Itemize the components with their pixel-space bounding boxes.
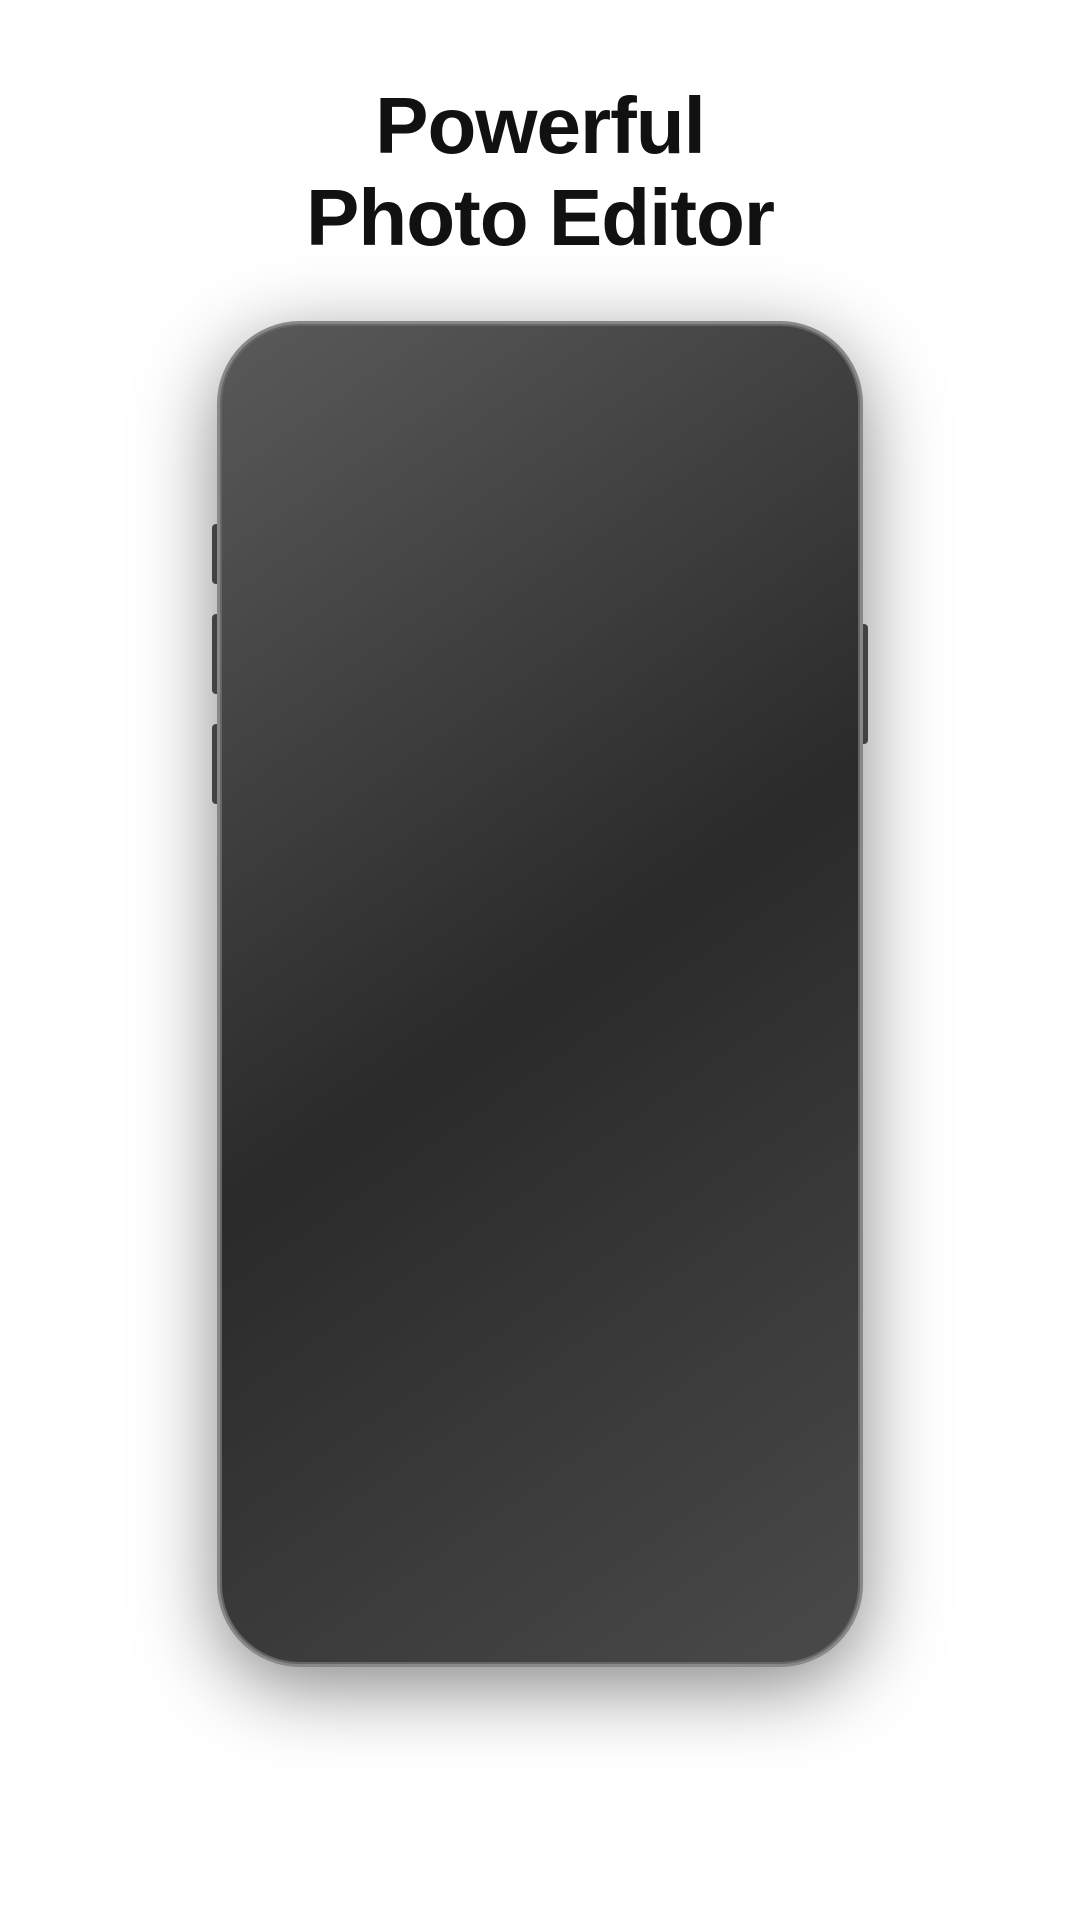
slider-ticks (264, 1568, 816, 1588)
tick (568, 1573, 569, 1583)
brightness-icon (470, 1456, 514, 1500)
undo-button[interactable] (254, 1102, 318, 1158)
slider-area: 50 (234, 1536, 846, 1590)
toolbar-tools (404, 419, 676, 457)
tick (347, 1573, 348, 1583)
crop-tool[interactable] (482, 419, 520, 457)
arms (360, 938, 720, 1058)
tick (788, 1573, 789, 1583)
tick (650, 1573, 651, 1583)
flip-tool[interactable] (560, 419, 598, 457)
status-icons (693, 357, 810, 380)
volume-down-button (212, 724, 220, 804)
photo-canvas[interactable]: Before (234, 478, 846, 1438)
tick (374, 1573, 375, 1583)
tab-exposure[interactable]: Exposure (352, 1456, 442, 1528)
tick (760, 1570, 761, 1586)
tick-center (539, 1568, 541, 1588)
headline-line2: Photo Editor (306, 173, 774, 262)
headline: Powerful Photo Editor (306, 80, 774, 264)
tick (264, 1573, 265, 1583)
slider-track[interactable] (264, 1576, 816, 1580)
back-button[interactable] (264, 419, 302, 457)
tab-contrast[interactable]: Contrast (543, 1456, 633, 1528)
tick (678, 1570, 679, 1586)
before-label: Before (701, 1278, 771, 1304)
tab-shadows[interactable]: Shadows (733, 1456, 823, 1528)
wifi-icon (734, 357, 756, 380)
download-button[interactable] (778, 419, 816, 457)
exposure-icon (375, 1456, 419, 1500)
highlights-icon (661, 1456, 705, 1500)
tab-contrast-label: Contrast (552, 1506, 624, 1528)
adjust-tool[interactable] (638, 419, 676, 457)
tick (623, 1573, 624, 1583)
battery-icon (768, 359, 810, 377)
phone-mockup: 9:41 (220, 324, 860, 1664)
tab-exposure-label: Exposure (354, 1506, 441, 1528)
tab-auto-label: Auto (282, 1506, 321, 1528)
contrast-icon (566, 1456, 610, 1500)
tick (512, 1573, 513, 1583)
tick (292, 1573, 293, 1583)
tool-tabs: Auto (234, 1446, 846, 1536)
bottom-controls: Auto (234, 1430, 846, 1650)
volume-silent-button (212, 524, 220, 584)
tick (402, 1570, 403, 1586)
tick (815, 1573, 816, 1583)
signal-icon (693, 358, 722, 378)
tick (595, 1570, 596, 1586)
headline-line1: Powerful (375, 81, 705, 170)
tick (429, 1573, 430, 1583)
volume-up-button (212, 614, 220, 694)
tab-highlights[interactable]: Highlights (638, 1456, 728, 1528)
tick (319, 1570, 320, 1586)
comparison-arrow (676, 1063, 756, 1148)
phone-screen: 9:41 (234, 338, 846, 1650)
tab-highlights-label: Highlights (641, 1506, 724, 1528)
tab-brightness[interactable]: Brightness (447, 1456, 537, 1528)
head (460, 618, 620, 798)
auto-icon (280, 1456, 324, 1500)
rotate-tool[interactable] (404, 419, 442, 457)
tick (457, 1573, 458, 1583)
slider-value: 50 (264, 1544, 816, 1570)
power-button (860, 624, 868, 744)
tab-shadows-label: Shadows (739, 1506, 817, 1528)
tab-brightness-label: Brightness (447, 1506, 537, 1528)
dynamic-island (470, 352, 610, 382)
app-toolbar (234, 398, 846, 478)
shadows-icon (756, 1456, 800, 1500)
status-time: 9:41 (270, 352, 326, 384)
undo-redo-controls (254, 1102, 394, 1158)
redo-button[interactable] (330, 1102, 394, 1158)
tick (705, 1573, 706, 1583)
tick (733, 1573, 734, 1583)
tick (484, 1570, 485, 1586)
tab-auto[interactable]: Auto (257, 1456, 347, 1528)
